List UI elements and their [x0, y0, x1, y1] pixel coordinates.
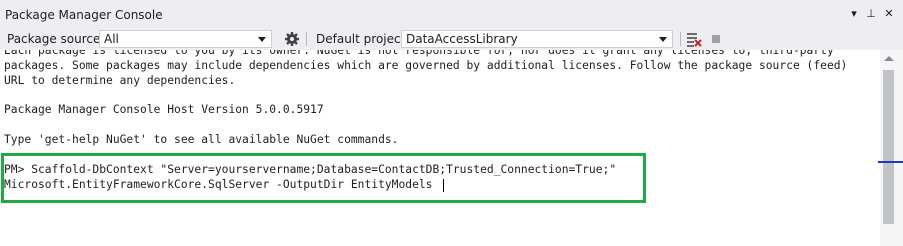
- scrollbar-thumb[interactable]: [883, 70, 894, 224]
- default-project-label: Default project:: [316, 32, 410, 46]
- toolbar-separator: [306, 32, 307, 46]
- console-line: packages. Some packages may include depe…: [4, 59, 848, 72]
- window-menu-dropdown-icon[interactable]: ▾: [847, 7, 861, 21]
- package-source-dropdown[interactable]: All: [99, 30, 272, 48]
- window-title: Package Manager Console: [5, 8, 163, 22]
- toolbar-separator: [680, 32, 681, 46]
- toolbar: Package source: All Default project: Dat…: [0, 28, 903, 50]
- scroll-position-marker: [878, 161, 903, 163]
- default-project-value: DataAccessLibrary: [406, 32, 518, 46]
- clear-console-icon[interactable]: [686, 31, 702, 47]
- console-line: Type 'get-help NuGet' to see all availab…: [4, 133, 399, 146]
- vertical-scrollbar[interactable]: [878, 50, 903, 246]
- chevron-down-icon: [258, 37, 266, 42]
- console-output[interactable]: Each package is licensed to you by its o…: [0, 50, 880, 246]
- pin-icon[interactable]: ⊥: [864, 7, 878, 21]
- close-icon[interactable]: ✕: [882, 7, 896, 21]
- default-project-dropdown[interactable]: DataAccessLibrary: [401, 30, 673, 48]
- gear-icon[interactable]: [284, 31, 300, 47]
- title-bar: Package Manager Console ▾ ⊥ ✕: [0, 0, 903, 28]
- package-source-value: All: [104, 32, 119, 46]
- stop-icon[interactable]: [708, 31, 724, 47]
- scroll-up-arrow-icon[interactable]: [884, 56, 894, 61]
- console-line: URL to determine any dependencies.: [4, 74, 236, 87]
- chevron-down-icon: [659, 37, 667, 42]
- console-line: Package Manager Console Host Version 5.0…: [4, 103, 324, 116]
- command-highlight-box: [1, 153, 646, 203]
- package-source-label: Package source:: [7, 32, 105, 46]
